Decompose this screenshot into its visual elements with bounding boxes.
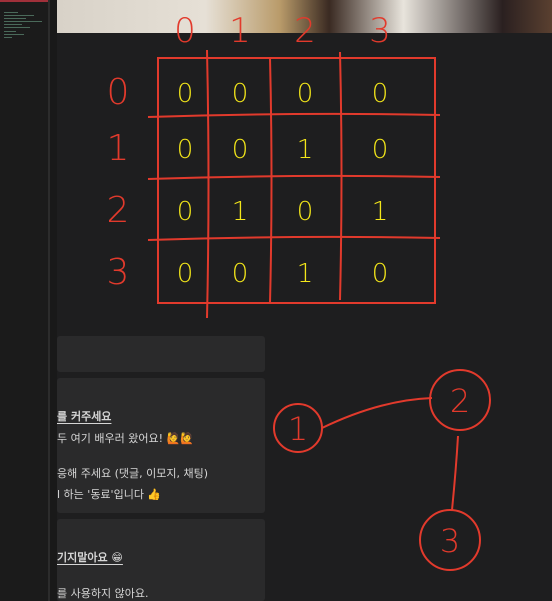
matrix-cell: 0 <box>177 79 194 109</box>
row-label: 1 <box>107 128 130 169</box>
graph-node-label: 3 <box>440 522 460 560</box>
matrix-cell: 0 <box>177 197 194 227</box>
grid-column-line <box>206 49 210 319</box>
matrix-cell: 0 <box>372 259 389 289</box>
grid-row-line <box>147 112 441 118</box>
grid-row-line <box>147 235 441 241</box>
matrix-cell: 1 <box>372 197 389 227</box>
drawing-overlay: 0 1 2 301230 0 0 00 0 1 00 1 0 10 0 1 0123 <box>107 11 491 571</box>
graph-edge <box>321 397 433 429</box>
matrix-cell: 0 <box>232 135 249 165</box>
matrix-cell: 1 <box>297 259 314 289</box>
matrix-cell: 0 <box>177 135 194 165</box>
matrix-cell: 0 <box>232 259 249 289</box>
row-label: 0 <box>107 72 130 113</box>
graph-node-label: 2 <box>450 382 470 420</box>
matrix-cell: 0 <box>372 79 389 109</box>
column-label: 0 <box>174 11 196 51</box>
matrix-cell: 1 <box>297 135 314 165</box>
column-label: 3 <box>369 11 391 51</box>
matrix-cell: 1 <box>232 197 249 227</box>
column-label: 1 <box>229 11 251 51</box>
graph-node-label: 1 <box>288 410 308 448</box>
grid-column-line <box>269 57 273 304</box>
matrix-cell: 0 <box>232 79 249 109</box>
graph-edge <box>451 435 459 511</box>
row-label: 2 <box>107 190 130 231</box>
matrix-cell: 0 <box>372 135 389 165</box>
matrix-cell: 0 <box>297 79 314 109</box>
grid-row-line <box>147 174 441 180</box>
row-label: 3 <box>107 252 130 293</box>
column-label: 2 <box>294 11 316 51</box>
matrix-cell: 0 <box>177 259 194 289</box>
matrix-cell: 0 <box>297 197 314 227</box>
